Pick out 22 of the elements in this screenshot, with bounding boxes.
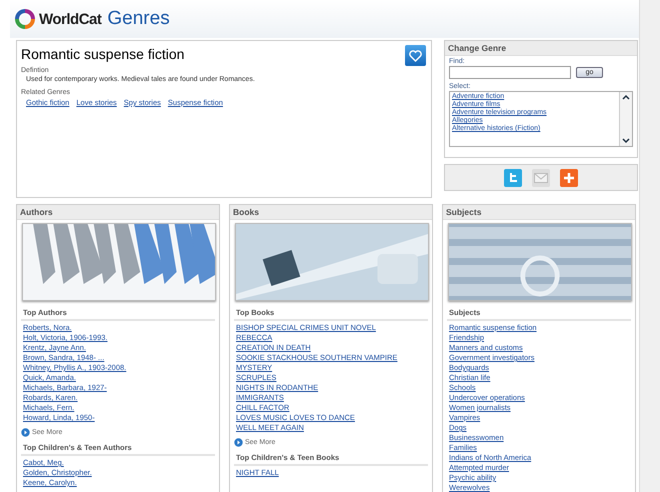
scroll-down-icon[interactable] — [620, 136, 632, 146]
letter-t-icon — [508, 172, 518, 184]
plus-icon — [563, 172, 575, 184]
panel-title: Change Genre — [445, 41, 637, 56]
logo-icon — [13, 7, 37, 31]
play-circle-icon — [234, 438, 243, 447]
email-button[interactable] — [532, 168, 550, 186]
play-circle-icon — [21, 428, 30, 437]
favorite-button[interactable] — [405, 45, 426, 66]
logo-text: WorldCat — [39, 10, 102, 28]
page-title: Genres — [107, 8, 170, 30]
heart-icon — [409, 50, 422, 62]
page-scrollbar[interactable] — [639, 0, 660, 492]
bird-share-button[interactable] — [504, 168, 522, 186]
panel-title: Subjects — [443, 205, 635, 220]
find-field[interactable] — [449, 66, 571, 79]
envelope-icon — [534, 172, 548, 182]
genre-title: Romantic suspense fiction — [21, 46, 184, 62]
panel-title: Books — [230, 205, 432, 220]
scroll-up-icon[interactable] — [620, 92, 632, 102]
add-button[interactable] — [560, 168, 578, 186]
panel-title: Authors — [17, 205, 219, 220]
